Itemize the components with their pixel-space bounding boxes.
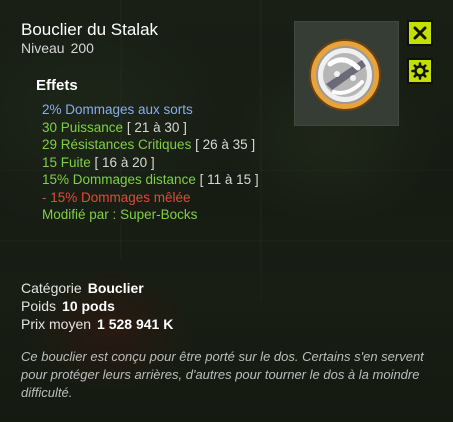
shield-item-icon xyxy=(309,39,381,111)
effect-range: [ 26 à 35 ] xyxy=(195,137,256,152)
category-row: Catégorie Bouclier xyxy=(21,280,144,296)
effect-range: [ 16 à 20 ] xyxy=(94,154,155,170)
modified-by: Modifié par : Super-Bocks xyxy=(42,207,198,222)
effect-range: [ 21 à 30 ] xyxy=(126,119,187,135)
settings-button[interactable] xyxy=(407,58,433,84)
category-value: Bouclier xyxy=(87,280,144,296)
effect-line: 29 Résistances Critiques [ 26 à 35 ] xyxy=(42,137,256,152)
level-label: Niveau xyxy=(21,40,65,56)
effect-line: 15 Fuite [ 16 à 20 ] xyxy=(42,154,155,170)
effect-range: [ 11 à 15 ] xyxy=(199,172,259,187)
item-image xyxy=(294,21,399,126)
item-description: Ce bouclier est conçu pour être porté su… xyxy=(21,349,424,400)
effect-line: - 15% Dommages mêlée xyxy=(42,189,191,205)
effect-line: 30 Puissance [ 21 à 30 ] xyxy=(42,119,187,135)
item-details: Catégorie Bouclier Poids 10 pods Prix moye… xyxy=(21,279,173,333)
effects-heading: Effets xyxy=(36,77,78,94)
close-icon xyxy=(413,26,427,40)
effect-line: 15% Dommages distance [ 11 à 15 ] xyxy=(42,172,259,187)
item-name: Bouclier du Stalak xyxy=(21,20,159,39)
level-value: 200 xyxy=(70,40,94,56)
effects-list: 2% Dommages aux sorts 30 Puissance [ 21 … xyxy=(42,101,282,224)
item-level: Niveau 200 xyxy=(21,40,94,56)
price-value: 1 528 941 K xyxy=(97,316,174,332)
gear-icon xyxy=(411,62,429,80)
effect-line: 2% Dommages aux sorts xyxy=(42,102,193,117)
close-button[interactable] xyxy=(407,20,433,46)
weight-row: Poids 10 pods xyxy=(21,298,115,314)
price-row: Prix moyen 1 528 941 K xyxy=(21,316,174,332)
weight-value: 10 pods xyxy=(62,298,115,314)
